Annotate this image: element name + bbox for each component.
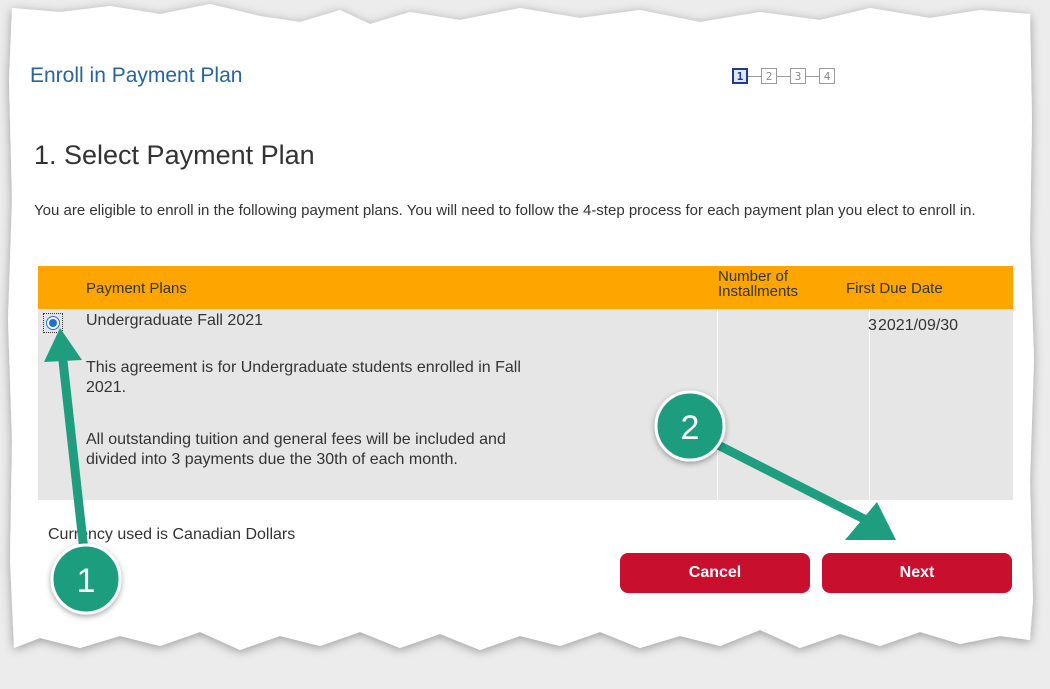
step-connector	[748, 75, 761, 77]
plan-description: This agreement is for Undergraduate stud…	[86, 359, 521, 396]
column-header-installments: Number of Installments	[718, 269, 836, 299]
table-row	[38, 309, 1013, 500]
plan-radio-button[interactable]	[46, 316, 60, 330]
plan-radio-focus[interactable]	[43, 313, 63, 333]
cancel-button[interactable]: Cancel	[620, 553, 810, 593]
payment-plans-table: Payment Plans Number of Installments Fir…	[38, 266, 1013, 500]
step-connector	[777, 75, 790, 77]
column-header-due-date: First Due Date	[846, 280, 943, 297]
payment-plan-page: Enroll in Payment Plan 1 2 3 4 1. Select…	[0, 0, 1050, 689]
step-indicator: 1 2 3 4	[732, 68, 835, 84]
column-divider	[717, 309, 718, 500]
plan-installments: 3	[868, 317, 877, 334]
intro-text: You are eligible to enroll in the follow…	[34, 202, 976, 219]
currency-note: Currency used is Canadian Dollars	[48, 526, 296, 543]
column-header-installments-label: Number of Installments	[718, 268, 799, 300]
column-header-plan: Payment Plans	[86, 280, 187, 297]
column-divider	[869, 309, 870, 500]
step-connector	[806, 75, 819, 77]
plan-first-due-date: 2021/09/30	[878, 317, 959, 334]
section-title: 1. Select Payment Plan	[34, 140, 315, 170]
step-3: 3	[790, 68, 806, 84]
table-header: Payment Plans Number of Installments Fir…	[38, 266, 1013, 309]
step-4: 4	[819, 68, 835, 84]
next-button[interactable]: Next	[822, 553, 1012, 593]
page-header-title: Enroll in Payment Plan	[30, 64, 243, 87]
step-1: 1	[732, 68, 748, 84]
plan-description-fees: All outstanding tuition and general fees…	[86, 431, 506, 468]
step-2: 2	[761, 68, 777, 84]
plan-name: Undergraduate Fall 2021	[86, 312, 264, 329]
